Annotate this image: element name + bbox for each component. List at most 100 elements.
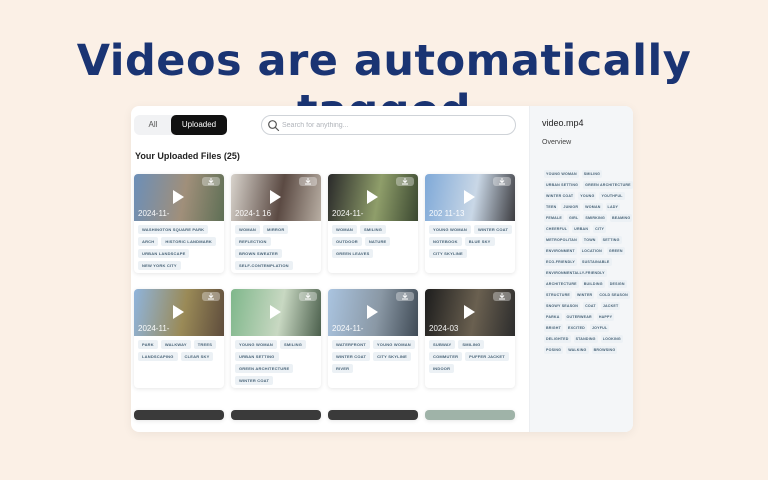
tag-chip[interactable]: GREEN ARCHITECTURE xyxy=(235,364,294,373)
tag-chip[interactable]: NATURE xyxy=(364,237,391,246)
sidebar-tag-chip[interactable]: DESIGN xyxy=(607,280,627,288)
sidebar-tag-chip[interactable]: JOYFUL xyxy=(589,324,610,332)
sidebar-tag-chip[interactable]: STRUCTURE xyxy=(544,291,572,299)
tag-chip[interactable]: URBAN SETTING xyxy=(235,352,279,361)
download-icon[interactable] xyxy=(299,177,317,186)
sidebar-tag-chip[interactable]: ENVIRONMENTALLY-FRIENDLY xyxy=(544,269,607,277)
sidebar-tag-chip[interactable]: JUNIOR xyxy=(561,203,581,211)
video-card-partial[interactable] xyxy=(425,410,515,420)
tag-chip[interactable]: REFLECTION xyxy=(235,237,271,246)
tag-chip[interactable]: CITY SKYLINE xyxy=(429,249,467,258)
sidebar-tag-chip[interactable]: DELIGHTED xyxy=(544,335,571,343)
tag-chip[interactable]: BROWN SWEATER xyxy=(235,249,282,258)
tag-chip[interactable]: SELF-CONTEMPLATION xyxy=(235,261,293,270)
tag-chip[interactable]: URBAN LANDSCAPE xyxy=(138,249,190,258)
tag-chip[interactable]: WINTER COAT xyxy=(473,225,513,234)
sidebar-tag-chip[interactable]: SMIRKING xyxy=(583,214,607,222)
tag-chip[interactable]: CITY SKYLINE xyxy=(373,352,412,361)
sidebar-tag-chip[interactable]: FEMALE xyxy=(544,214,564,222)
video-thumbnail[interactable] xyxy=(231,289,321,336)
sidebar-tag-chip[interactable]: LOOKING xyxy=(600,335,623,343)
sidebar-tag-chip[interactable]: ENVIRONMENT xyxy=(544,247,577,255)
sidebar-tag-chip[interactable]: URBAN xyxy=(572,225,591,233)
tag-chip[interactable]: HISTORIC LANDMARK xyxy=(161,237,217,246)
sidebar-tag-chip[interactable]: BROWSING xyxy=(591,346,618,354)
play-icon[interactable] xyxy=(170,304,186,320)
tab-all[interactable]: All xyxy=(138,118,168,132)
download-icon[interactable] xyxy=(493,292,511,301)
video-card[interactable]: 202 11-13 YOUNG WOMAN WINTER COAT NOTEBOOK B… xyxy=(425,174,515,273)
sidebar-tag-chip[interactable]: YOUTHFUL xyxy=(599,192,625,200)
video-thumbnail[interactable]: 202 11-13 xyxy=(425,174,515,221)
sidebar-tag-chip[interactable]: ARCHITECTURE xyxy=(544,280,579,288)
sidebar-tag-chip[interactable]: HAPPY xyxy=(596,313,615,321)
tag-chip[interactable]: CLEAR SKY xyxy=(180,352,214,361)
video-card[interactable]: 2024-11- WOMAN SMILING OUTDOOR NATURE GREEN L… xyxy=(328,174,418,273)
sidebar-tag-chip[interactable]: POSING xyxy=(544,346,564,354)
video-card[interactable]: 2024-11- PARK WALKWAY TREES LANDSCAPING CLEAR… xyxy=(134,289,224,388)
tab-uploaded[interactable]: Uploaded xyxy=(171,115,227,135)
play-icon[interactable] xyxy=(461,304,477,320)
tag-chip[interactable]: OUTDOOR xyxy=(332,237,362,246)
sidebar-tag-chip[interactable]: JACKET xyxy=(600,302,621,310)
tag-chip[interactable]: WALKWAY xyxy=(160,340,191,349)
tag-chip[interactable]: SMILING xyxy=(360,225,387,234)
video-card-partial[interactable] xyxy=(328,410,418,420)
video-card-partial[interactable] xyxy=(231,410,321,420)
sidebar-tag-chip[interactable]: GREEN xyxy=(606,247,625,255)
video-card[interactable]: 2024-1 16 WOMAN MIRROR REFLECTION BROWN SWEA… xyxy=(231,174,321,273)
sidebar-tag-chip[interactable]: PARKA xyxy=(544,313,562,321)
tag-chip[interactable]: COMMUTER xyxy=(429,352,463,361)
download-icon[interactable] xyxy=(202,177,220,186)
play-icon[interactable] xyxy=(267,189,283,205)
sidebar-tag-chip[interactable]: BEAMING xyxy=(609,214,633,222)
sidebar-tag-chip[interactable]: CITY xyxy=(593,225,607,233)
play-icon[interactable] xyxy=(170,189,186,205)
download-icon[interactable] xyxy=(493,177,511,186)
video-card[interactable]: 2024-11- WATERFRONT YOUNG WOMAN WINTER COAT… xyxy=(328,289,418,388)
sidebar-tag-chip[interactable]: SNOWY SEASON xyxy=(544,302,581,310)
video-thumbnail[interactable]: 2024-11- xyxy=(134,174,224,221)
sidebar-tag-chip[interactable]: SUSTAINABLE xyxy=(580,258,612,266)
tag-chip[interactable]: RIVER xyxy=(332,364,354,373)
tag-chip[interactable]: BLUE SKY xyxy=(464,237,495,246)
tag-chip[interactable]: NOTEBOOK xyxy=(429,237,462,246)
tag-chip[interactable]: PUFFER JACKET xyxy=(465,352,509,361)
sidebar-tag-chip[interactable]: WOMAN xyxy=(583,203,603,211)
sidebar-tag-chip[interactable]: EXCITED xyxy=(565,324,587,332)
tag-chip[interactable]: LANDSCAPING xyxy=(138,352,178,361)
sidebar-tag-chip[interactable]: TEEN xyxy=(544,203,559,211)
video-thumbnail[interactable]: 2024-11- xyxy=(134,289,224,336)
sidebar-tag-chip[interactable]: LADY xyxy=(605,203,621,211)
video-card[interactable]: YOUNG WOMAN SMILING URBAN SETTING GREEN ARC… xyxy=(231,289,321,388)
tag-chip[interactable]: NEW YORK CITY xyxy=(138,261,181,270)
sidebar-tag-chip[interactable]: OUTERWEAR xyxy=(564,313,594,321)
sidebar-tag-chip[interactable]: GIRL xyxy=(566,214,581,222)
tag-chip[interactable]: WATERFRONT xyxy=(332,340,370,349)
video-thumbnail[interactable]: 2024-11- xyxy=(328,289,418,336)
video-card[interactable]: 2024-11- WASHINGTON SQUARE PARK ARCH HISTOR… xyxy=(134,174,224,273)
sidebar-tag-chip[interactable]: METROPOLITAN xyxy=(544,236,579,244)
search-bar[interactable] xyxy=(261,115,516,135)
sidebar-tag-chip[interactable]: YOUNG xyxy=(578,192,597,200)
download-icon[interactable] xyxy=(396,292,414,301)
search-input[interactable] xyxy=(282,118,507,132)
tag-chip[interactable]: YOUNG WOMAN xyxy=(429,225,471,234)
tag-chip[interactable]: SUBWAY xyxy=(429,340,456,349)
video-card-partial[interactable] xyxy=(134,410,224,420)
download-icon[interactable] xyxy=(202,292,220,301)
sidebar-tag-chip[interactable]: YOUNG WOMAN xyxy=(544,170,579,178)
sidebar-tag-chip[interactable]: GREEN ARCHITECTURE xyxy=(583,181,633,189)
sidebar-tag-chip[interactable]: WINTER xyxy=(574,291,595,299)
tag-chip[interactable]: MIRROR xyxy=(263,225,289,234)
sidebar-tag-chip[interactable]: STANDING xyxy=(573,335,598,343)
tag-chip[interactable]: SMILING xyxy=(279,340,307,349)
play-icon[interactable] xyxy=(364,304,380,320)
download-icon[interactable] xyxy=(396,177,414,186)
sidebar-tag-chip[interactable]: URBAN SETTING xyxy=(544,181,581,189)
sidebar-tag-chip[interactable]: WINTER COAT xyxy=(544,192,576,200)
tag-chip[interactable]: YOUNG WOMAN xyxy=(235,340,277,349)
video-card[interactable]: 2024-03 SUBWAY SMILING COMMUTER PUFFER JACKE… xyxy=(425,289,515,388)
sidebar-tag-chip[interactable]: TOWN xyxy=(581,236,598,244)
tag-chip[interactable]: WOMAN xyxy=(235,225,260,234)
